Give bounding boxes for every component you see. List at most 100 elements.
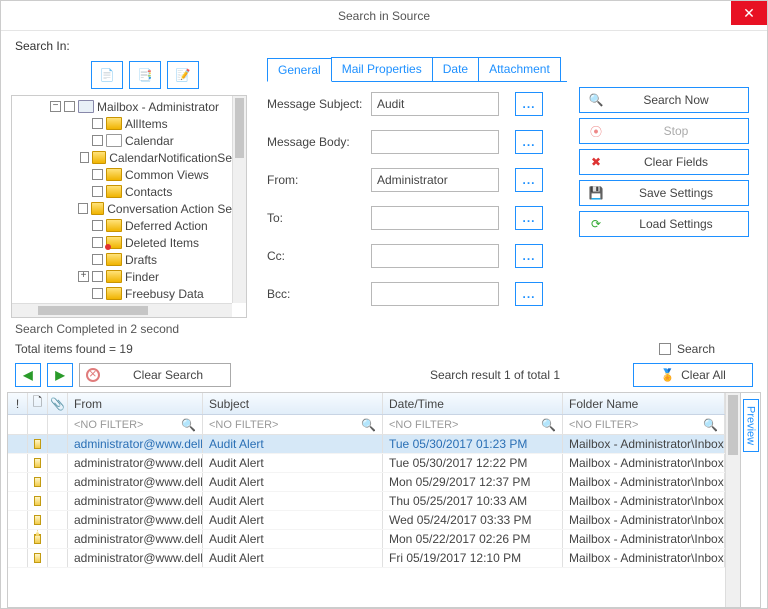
- mail-icon: [34, 439, 41, 449]
- preview-tab[interactable]: Preview: [743, 399, 759, 452]
- load-settings-button[interactable]: ⟳Load Settings: [579, 211, 749, 237]
- tree-item[interactable]: Deferred Action: [12, 217, 232, 234]
- tree-item[interactable]: Contacts: [12, 183, 232, 200]
- tree-label: Freebusy Data: [125, 287, 204, 301]
- search-now-button[interactable]: 🔍Search Now: [579, 87, 749, 113]
- cell-folder: Mailbox - Administrator\Inbox: [563, 473, 725, 491]
- tab-date[interactable]: Date: [432, 57, 479, 81]
- from-more-button[interactable]: ...: [515, 168, 543, 192]
- mail-icon: [34, 458, 41, 468]
- col-folder[interactable]: Folder Name: [563, 393, 725, 414]
- tree-item[interactable]: Common Views: [12, 166, 232, 183]
- results-grid: ! 🗋 📎 From Subject Date/Time Folder Name…: [7, 392, 761, 608]
- bcc-more-button[interactable]: ...: [515, 282, 543, 306]
- cell-from: administrator@www.dell2.com: [68, 473, 203, 491]
- cc-input[interactable]: [371, 244, 499, 268]
- from-input[interactable]: [371, 168, 499, 192]
- search-checkbox[interactable]: Search: [659, 342, 715, 356]
- cell-date: Thu 05/25/2017 10:33 AM: [383, 492, 563, 510]
- cell-date: Tue 05/30/2017 01:23 PM: [383, 435, 563, 453]
- toolbar-icon-3[interactable]: 📝: [167, 61, 199, 89]
- cell-subject: Audit Alert: [203, 530, 383, 548]
- tree-label: Mailbox - Administrator: [97, 100, 219, 114]
- grid-filter-row[interactable]: <NO FILTER>🔍 <NO FILTER>🔍 <NO FILTER>🔍 <…: [8, 415, 725, 435]
- tree-item[interactable]: Deleted Items: [12, 234, 232, 251]
- cell-date: Wed 05/24/2017 03:33 PM: [383, 511, 563, 529]
- subject-input[interactable]: [371, 92, 499, 116]
- tab-attachment[interactable]: Attachment: [478, 57, 561, 81]
- tree-item[interactable]: Drafts: [12, 251, 232, 268]
- tree-hscroll[interactable]: [12, 303, 232, 317]
- titlebar: Search in Source ✕: [1, 1, 767, 31]
- subject-more-button[interactable]: ...: [515, 92, 543, 116]
- table-row[interactable]: administrator@www.dell2.comAudit AlertMo…: [8, 530, 725, 549]
- search-icon[interactable]: 🔍: [181, 418, 196, 432]
- col-icon[interactable]: 🗋: [28, 393, 48, 414]
- cc-more-button[interactable]: ...: [515, 244, 543, 268]
- prev-button[interactable]: ◀: [15, 363, 41, 387]
- tree-item[interactable]: Conversation Action Se: [12, 200, 232, 217]
- table-row[interactable]: administrator@www.dell2.comAudit AlertWe…: [8, 511, 725, 530]
- to-input[interactable]: [371, 206, 499, 230]
- tree-item[interactable]: +Finder: [12, 268, 232, 285]
- clear-search-button[interactable]: Clear Search: [79, 363, 231, 387]
- tree-item[interactable]: Freebusy Data: [12, 285, 232, 302]
- stop-button[interactable]: ⦿Stop: [579, 118, 749, 144]
- clear-fields-button[interactable]: ✖Clear Fields: [579, 149, 749, 175]
- tab-general[interactable]: General: [267, 58, 332, 82]
- tree-item[interactable]: CalendarNotificationSe: [12, 149, 232, 166]
- table-row[interactable]: administrator@www.dell2.comAudit AlertMo…: [8, 473, 725, 492]
- tree-vscroll[interactable]: [232, 96, 246, 303]
- search-icon[interactable]: 🔍: [361, 418, 376, 432]
- search-icon[interactable]: 🔍: [703, 418, 718, 432]
- cell-from: administrator@www.dell2.com: [68, 454, 203, 472]
- col-attach[interactable]: 📎: [48, 393, 68, 414]
- folder-icon: [91, 202, 105, 215]
- cell-folder: Mailbox - Administrator\Inbox: [563, 454, 725, 472]
- tree-item[interactable]: AllItems: [12, 115, 232, 132]
- mail-icon: [34, 553, 41, 563]
- preview-panel[interactable]: Preview: [740, 393, 760, 607]
- table-row[interactable]: administrator@www.dell2.comAudit AlertFr…: [8, 549, 725, 568]
- mail-icon: [34, 477, 41, 487]
- tree-label: Deferred Action: [125, 219, 208, 233]
- clear-all-button[interactable]: 🏅Clear All: [633, 363, 753, 387]
- col-from[interactable]: From: [68, 393, 203, 414]
- col-subject[interactable]: Subject: [203, 393, 383, 414]
- tree-label: Conversation Action Se: [107, 202, 232, 216]
- to-more-button[interactable]: ...: [515, 206, 543, 230]
- toolbar-icon-2[interactable]: 📑: [129, 61, 161, 89]
- search-icon[interactable]: 🔍: [541, 418, 556, 432]
- tree-root[interactable]: −Mailbox - Administrator: [12, 98, 232, 115]
- tree-item[interactable]: Calendar: [12, 132, 232, 149]
- cell-folder: Mailbox - Administrator\Inbox: [563, 530, 725, 548]
- cell-from: administrator@www.dell2.com: [68, 492, 203, 510]
- cell-date: Mon 05/22/2017 02:26 PM: [383, 530, 563, 548]
- cell-date: Fri 05/19/2017 12:10 PM: [383, 549, 563, 567]
- tree-label: AllItems: [125, 117, 168, 131]
- folder-icon: [106, 253, 122, 266]
- bcc-input[interactable]: [371, 282, 499, 306]
- save-settings-button[interactable]: 💾Save Settings: [579, 180, 749, 206]
- grid-vscroll[interactable]: [725, 393, 740, 607]
- ribbon-icon: 🏅: [660, 368, 675, 382]
- toolbar-icon-1[interactable]: 📄: [91, 61, 123, 89]
- table-row[interactable]: administrator@www.dell2.comAudit AlertTh…: [8, 492, 725, 511]
- cell-from: administrator@www.dell2.com: [68, 511, 203, 529]
- tab-mail-properties[interactable]: Mail Properties: [331, 57, 433, 81]
- cell-from: administrator@www.dell2.com: [68, 530, 203, 548]
- mail-icon: [34, 496, 41, 506]
- body-more-button[interactable]: ...: [515, 130, 543, 154]
- body-input[interactable]: [371, 130, 499, 154]
- col-date[interactable]: Date/Time: [383, 393, 563, 414]
- tree-label: Drafts: [125, 253, 157, 267]
- grid-header[interactable]: ! 🗋 📎 From Subject Date/Time Folder Name: [8, 393, 725, 415]
- folder-tree[interactable]: −Mailbox - AdministratorAllItemsCalendar…: [11, 95, 247, 318]
- next-button[interactable]: ▶: [47, 363, 73, 387]
- folder-icon: [106, 236, 122, 249]
- cell-from: administrator@www.dell2.com: [68, 435, 203, 453]
- table-row[interactable]: administrator@www.dell2.comAudit AlertTu…: [8, 435, 725, 454]
- table-row[interactable]: administrator@www.dell2.comAudit AlertTu…: [8, 454, 725, 473]
- close-button[interactable]: ✕: [731, 1, 767, 25]
- col-flag[interactable]: !: [8, 393, 28, 414]
